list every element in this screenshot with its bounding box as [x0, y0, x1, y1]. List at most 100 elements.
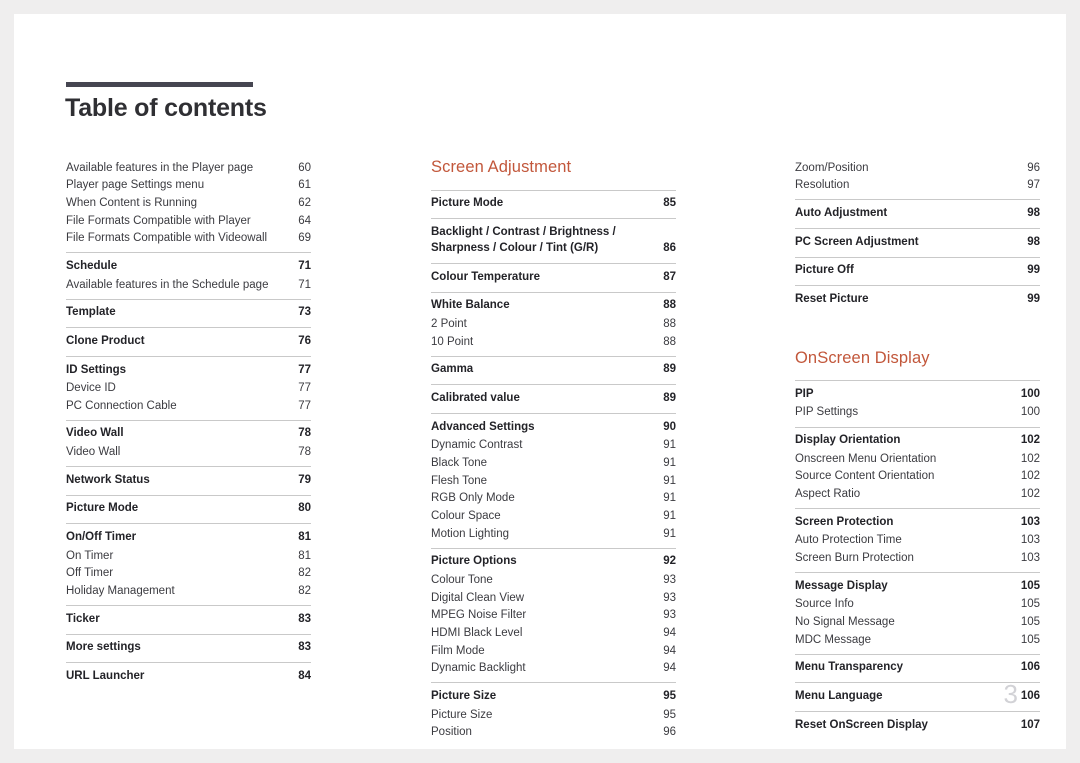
- toc-entry-page-number: 78: [298, 427, 311, 440]
- toc-entry-gamma[interactable]: Gamma 89: [431, 361, 676, 380]
- toc-entry-colour-tone[interactable]: Colour Tone 93: [431, 571, 676, 589]
- toc-entry-auto-protection-time[interactable]: Auto Protection Time 103: [795, 532, 1040, 550]
- toc-entry-pc-screen-adjustment[interactable]: PC Screen Adjustment 98: [795, 233, 1040, 252]
- toc-entry-when-content-is-running[interactable]: When Content is Running 62: [66, 194, 311, 212]
- toc-entry-holiday-management[interactable]: Holiday Management 82: [66, 582, 311, 600]
- toc-entry-label: Resolution: [795, 179, 850, 192]
- toc-entry-more-settings[interactable]: More settings 83: [66, 639, 311, 658]
- toc-entry-schedule[interactable]: Schedule 71: [66, 257, 311, 276]
- toc-entry-white-balance[interactable]: White Balance 88: [431, 297, 676, 316]
- toc-entry-reset-onscreen-display[interactable]: Reset OnScreen Display 107: [795, 716, 1040, 735]
- toc-entry-colour-temperature[interactable]: Colour Temperature 87: [431, 268, 676, 287]
- toc-entry-file-formats-compatible-with-videowall[interactable]: File Formats Compatible with Videowall 69: [66, 230, 311, 248]
- toc-entry-black-tone[interactable]: Black Tone 91: [431, 454, 676, 472]
- toc-entry-picture-options[interactable]: Picture Options 92: [431, 553, 676, 572]
- toc-entry-10-point[interactable]: 10 Point 88: [431, 333, 676, 351]
- toc-entry-on-timer[interactable]: On Timer 81: [66, 547, 311, 565]
- toc-entry-pc-connection-cable[interactable]: PC Connection Cable 77: [66, 397, 311, 415]
- toc-entry-page-number: 105: [1020, 598, 1040, 611]
- toc-entry-reset-picture[interactable]: Reset Picture 99: [795, 290, 1040, 309]
- toc-entry-screen-protection[interactable]: Screen Protection 103: [795, 513, 1040, 532]
- toc-entry-device-id[interactable]: Device ID 77: [66, 380, 311, 398]
- toc-entry-label: Auto Protection Time: [795, 534, 902, 547]
- toc-entry-source-content-orientation[interactable]: Source Content Orientation 102: [795, 468, 1040, 486]
- toc-entry-off-timer[interactable]: Off Timer 82: [66, 565, 311, 583]
- toc-entry-ticker[interactable]: Ticker 83: [66, 610, 311, 629]
- toc-entry-label: Network Status: [66, 473, 150, 486]
- toc-entry-available-features-in-the-player-page[interactable]: Available features in the Player page 60: [66, 159, 311, 177]
- toc-entry-position[interactable]: Position 96: [431, 724, 676, 742]
- toc-entry-pip-settings[interactable]: PIP Settings 100: [795, 404, 1040, 422]
- toc-entry-flesh-tone[interactable]: Flesh Tone 91: [431, 472, 676, 490]
- toc-entry-page-number: 88: [663, 299, 676, 312]
- toc-entry-digital-clean-view[interactable]: Digital Clean View 93: [431, 589, 676, 607]
- toc-entry-page-number: 105: [1020, 616, 1040, 629]
- toc-entry-display-orientation[interactable]: Display Orientation 102: [795, 432, 1040, 451]
- toc-entry-video-wall[interactable]: Video Wall 78: [66, 425, 311, 444]
- toc-entry-label: Position: [431, 726, 472, 739]
- toc-entry-advanced-settings[interactable]: Advanced Settings 90: [431, 418, 676, 437]
- toc-entry-auto-adjustment[interactable]: Auto Adjustment 98: [795, 204, 1040, 223]
- toc-entry-hdmi-black-level[interactable]: HDMI Black Level 94: [431, 624, 676, 642]
- toc-entry-resolution[interactable]: Resolution 97: [795, 177, 1040, 195]
- toc-entry-calibrated-value[interactable]: Calibrated value 89: [431, 389, 676, 408]
- toc-entry-no-signal-message[interactable]: No Signal Message 105: [795, 613, 1040, 631]
- toc-entry-label: RGB Only Mode: [431, 492, 515, 505]
- toc-entry-file-formats-compatible-with-player[interactable]: File Formats Compatible with Player 64: [66, 212, 311, 230]
- toc-group: Template 73: [66, 298, 311, 328]
- toc-entry-film-mode[interactable]: Film Mode 94: [431, 642, 676, 660]
- toc-entry-page-number: 93: [663, 609, 676, 622]
- toc-entry-aspect-ratio[interactable]: Aspect Ratio 102: [795, 486, 1040, 504]
- toc-entry-network-status[interactable]: Network Status 79: [66, 471, 311, 490]
- toc-entry-onscreen-menu-orientation[interactable]: Onscreen Menu Orientation 102: [795, 450, 1040, 468]
- toc-entry-rgb-only-mode[interactable]: RGB Only Mode 91: [431, 490, 676, 508]
- toc-entry-id-settings[interactable]: ID Settings 77: [66, 361, 311, 380]
- toc-entry-colour-space[interactable]: Colour Space 91: [431, 507, 676, 525]
- toc-entry-picture-mode[interactable]: Picture Mode 80: [66, 500, 311, 519]
- toc-entry-zoom-position[interactable]: Zoom/Position 96: [795, 159, 1040, 177]
- toc-entry-picture-size[interactable]: Picture Size 95: [431, 687, 676, 706]
- toc-entry-url-launcher[interactable]: URL Launcher 84: [66, 667, 311, 686]
- toc-entry-page-number: 71: [298, 260, 311, 273]
- toc-entry-page-number: 81: [298, 549, 311, 562]
- toc-entry-picture-off[interactable]: Picture Off 99: [795, 262, 1040, 281]
- toc-entry-label: Dynamic Backlight: [431, 662, 526, 675]
- toc-entry-pip[interactable]: PIP 100: [795, 385, 1040, 404]
- toc-entry-page-number: 91: [663, 456, 676, 469]
- toc-entry-label: Holiday Management: [66, 584, 175, 597]
- toc-entry-video-wall[interactable]: Video Wall 78: [66, 443, 311, 461]
- toc-entry-mdc-message[interactable]: MDC Message 105: [795, 631, 1040, 649]
- toc-entry-available-features-in-the-schedule-page[interactable]: Available features in the Schedule page 7…: [66, 276, 311, 294]
- toc-group: Reset Picture 99: [795, 285, 1040, 314]
- toc-column-right: Zoom/Position 96 Resolution 97 Auto Adjustme…: [795, 159, 1040, 740]
- toc-entry-picture-mode[interactable]: Picture Mode 85: [431, 195, 676, 214]
- toc-entry-page-number: 93: [663, 573, 676, 586]
- toc-entry-mpeg-noise-filter[interactable]: MPEG Noise Filter 93: [431, 607, 676, 625]
- toc-group: Video Wall 78 Video Wall 78: [66, 419, 311, 466]
- toc-entry-source-info[interactable]: Source Info 105: [795, 596, 1040, 614]
- toc-group: Auto Adjustment 98: [795, 199, 1040, 228]
- toc-entry-screen-burn-protection[interactable]: Screen Burn Protection 103: [795, 549, 1040, 567]
- toc-entry-motion-lighting[interactable]: Motion Lighting 91: [431, 525, 676, 543]
- toc-entry-label: Black Tone: [431, 456, 488, 469]
- toc-entry-picture-size[interactable]: Picture Size 95: [431, 706, 676, 724]
- toc-entry-label: When Content is Running: [66, 196, 198, 209]
- toc-entry-menu-transparency[interactable]: Menu Transparency 106: [795, 659, 1040, 678]
- toc-entry-label: Picture Mode: [431, 197, 504, 210]
- toc-group: Picture Size 95 Picture Size 95 Position 96: [431, 682, 676, 746]
- toc-entry-dynamic-contrast[interactable]: Dynamic Contrast 91: [431, 437, 676, 455]
- toc-entry-template[interactable]: Template 73: [66, 304, 311, 323]
- toc-entry-page-number: 87: [663, 270, 676, 283]
- toc-entry-label: Advanced Settings: [431, 420, 535, 433]
- toc-entry-player-page-settings-menu[interactable]: Player page Settings menu 61: [66, 177, 311, 195]
- toc-entry-page-number: 102: [1020, 470, 1040, 483]
- toc-entry-on-off-timer[interactable]: On/Off Timer 81: [66, 528, 311, 547]
- toc-group: Gamma 89: [431, 355, 676, 385]
- toc-entry-page-number: 64: [298, 214, 311, 227]
- toc-entry-2-point[interactable]: 2 Point 88: [431, 315, 676, 333]
- toc-entry-message-display[interactable]: Message Display 105: [795, 577, 1040, 596]
- toc-entry-backlight-contrast-brightness[interactable]: Backlight / Contrast / Brightness / Sharp…: [431, 223, 676, 258]
- toc-entry-label: Onscreen Menu Orientation: [795, 452, 937, 465]
- toc-entry-clone-product[interactable]: Clone Product 76: [66, 332, 311, 351]
- toc-entry-dynamic-backlight[interactable]: Dynamic Backlight 94: [431, 660, 676, 678]
